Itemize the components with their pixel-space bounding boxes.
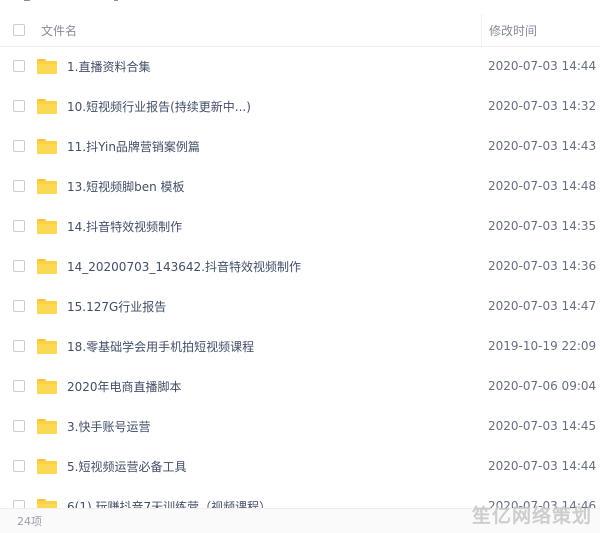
item-count: 24项 [17, 515, 42, 528]
file-name[interactable]: 2020年电商直播脚本 [67, 378, 482, 395]
folder-icon [37, 338, 57, 354]
folder-icon [37, 378, 57, 394]
row-checkbox[interactable] [13, 380, 25, 392]
file-name[interactable]: 11.抖Yin品牌营销案例篇 [67, 138, 482, 155]
file-name[interactable]: 15.127G行业报告 [67, 298, 482, 315]
file-name[interactable]: 6(1).玩赚抖音7天训练营（视频课程） [67, 498, 482, 509]
watermark-text: 笙亿网络策划 [471, 505, 592, 527]
modified-time: 2020-07-03 14:35 [488, 219, 597, 233]
modified-time: 2020-07-03 14:43 [488, 139, 597, 153]
file-row[interactable]: 15.127G行业报告 2020-07-03 14:47 [0, 286, 600, 326]
file-row[interactable]: 11.抖Yin品牌营销案例篇 2020-07-03 14:43 [0, 126, 600, 166]
file-row[interactable]: 18.零基础学会用手机拍短视频课程 2019-10-19 22:09 [0, 326, 600, 366]
file-name[interactable]: 18.零基础学会用手机拍短视频课程 [67, 338, 482, 355]
list-header: 文件名 修改时间 [0, 14, 600, 47]
folder-icon [37, 98, 57, 114]
file-row[interactable]: 14.抖音特效视频制作 2020-07-03 14:35 [0, 206, 600, 246]
top-toolbar-remnant [0, 0, 600, 14]
modified-time: 2020-07-03 14:47 [488, 299, 597, 313]
folder-icon [37, 498, 57, 508]
row-checkbox[interactable] [13, 500, 25, 508]
file-name[interactable]: 14_20200703_143642.抖音特效视频制作 [67, 258, 482, 275]
folder-icon [37, 458, 57, 474]
folder-icon [37, 298, 57, 314]
file-row[interactable]: 1.直播资料合集 2020-07-03 14:44 [0, 46, 600, 86]
row-checkbox[interactable] [13, 180, 25, 192]
modified-time: 2020-07-03 14:36 [488, 259, 597, 273]
row-checkbox[interactable] [13, 300, 25, 312]
column-header-name[interactable]: 文件名 [41, 22, 481, 39]
row-checkbox[interactable] [13, 460, 25, 472]
toolbar-fragment [114, 0, 118, 1]
file-row[interactable]: 14_20200703_143642.抖音特效视频制作 2020-07-03 1… [0, 246, 600, 286]
row-checkbox[interactable] [13, 260, 25, 272]
folder-icon [37, 178, 57, 194]
row-checkbox[interactable] [13, 220, 25, 232]
modified-time: 2020-07-03 14:32 [488, 99, 597, 113]
file-list-window: 文件名 修改时间 1.直播资料合集 2020-07-03 14:44 10.短视… [0, 0, 600, 533]
folder-icon [37, 138, 57, 154]
file-name[interactable]: 1.直播资料合集 [67, 58, 482, 75]
folder-icon [37, 258, 57, 274]
file-name[interactable]: 3.快手账号运营 [67, 418, 482, 435]
row-checkbox[interactable] [13, 340, 25, 352]
file-name[interactable]: 10.短视频行业报告(持续更新中...) [67, 98, 482, 115]
modified-time: 2020-07-03 14:44 [488, 59, 597, 73]
row-checkbox[interactable] [13, 140, 25, 152]
file-row[interactable]: 13.短视频脚ben 模板 2020-07-03 14:48 [0, 166, 600, 206]
file-row[interactable]: 5.短视频运营必备工具 2020-07-03 14:44 [0, 446, 600, 486]
row-checkbox[interactable] [13, 60, 25, 72]
file-row[interactable]: 2020年电商直播脚本 2020-07-06 09:04 [0, 366, 600, 406]
row-checkbox[interactable] [13, 100, 25, 112]
select-all-checkbox[interactable] [13, 24, 25, 36]
file-list: 1.直播资料合集 2020-07-03 14:44 10.短视频行业报告(持续更… [0, 46, 600, 508]
modified-time: 2020-07-03 14:45 [488, 419, 597, 433]
toolbar-fragment [24, 0, 30, 1]
modified-time: 2020-07-03 14:48 [488, 179, 597, 193]
folder-icon [37, 418, 57, 434]
row-checkbox[interactable] [13, 420, 25, 432]
folder-icon [37, 58, 57, 74]
modified-time: 2019-10-19 22:09 [488, 339, 597, 353]
folder-icon [37, 218, 57, 234]
file-name[interactable]: 5.短视频运营必备工具 [67, 458, 482, 475]
modified-time: 2020-07-06 09:04 [488, 379, 597, 393]
file-row[interactable]: 10.短视频行业报告(持续更新中...) 2020-07-03 14:32 [0, 86, 600, 126]
file-row[interactable]: 3.快手账号运营 2020-07-03 14:45 [0, 406, 600, 446]
modified-time: 2020-07-03 14:44 [488, 459, 597, 473]
file-name[interactable]: 13.短视频脚ben 模板 [67, 178, 482, 195]
column-header-modified[interactable]: 修改时间 [482, 22, 600, 39]
file-name[interactable]: 14.抖音特效视频制作 [67, 218, 482, 235]
